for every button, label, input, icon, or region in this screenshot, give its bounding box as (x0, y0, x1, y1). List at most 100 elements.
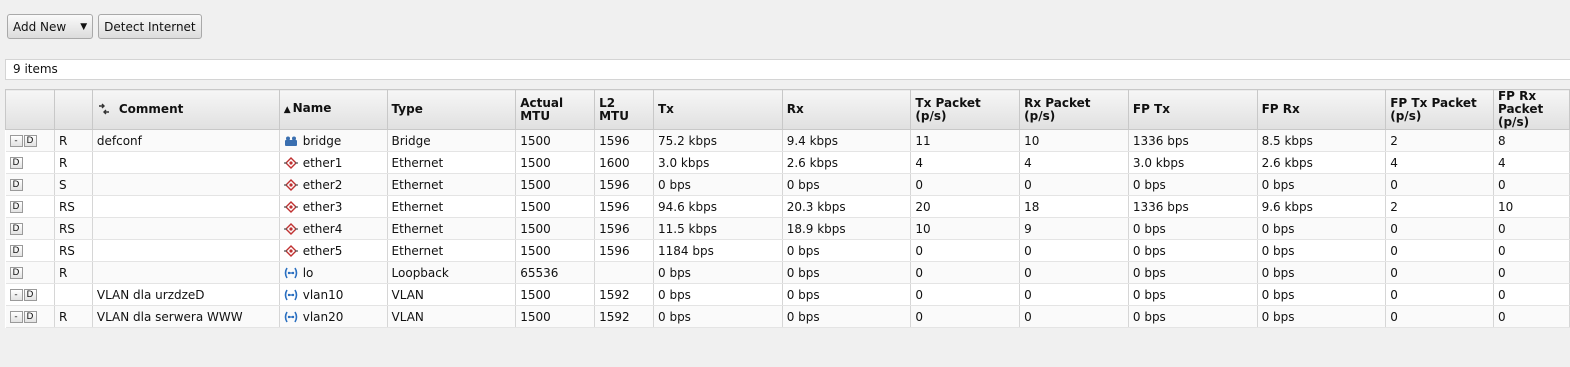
cell-tx-packet: 20 (910, 195, 1021, 218)
cell-rx: 0 bps (782, 173, 912, 196)
column-header-tx-packet[interactable]: Tx Packet (p/s) (910, 89, 1021, 130)
cell-flags: RS (54, 239, 93, 262)
ethernet-icon (283, 201, 298, 213)
ethernet-icon (283, 157, 298, 169)
disable-button[interactable]: D (9, 157, 23, 169)
cell-rx: 2.6 kbps (782, 151, 912, 174)
column-header-rx[interactable]: Rx (781, 89, 912, 130)
cell-tx: 11.5 kbps (653, 217, 783, 240)
cell-type: Ethernet (387, 173, 517, 196)
cell-fp-rx: 0 bps (1257, 283, 1387, 306)
cell-fp-rx-packet: 8 (1493, 129, 1570, 152)
cell-type: Ethernet (387, 151, 517, 174)
cell-tx: 0 bps (653, 283, 783, 306)
cell-fp-rx-packet: 0 (1493, 261, 1570, 284)
column-header-actual-mtu[interactable]: Actual MTU (515, 89, 596, 130)
cell-flags (54, 283, 93, 306)
cell-l2-mtu (594, 261, 654, 284)
remove-button[interactable]: - (9, 135, 23, 147)
cell-tx: 0 bps (653, 173, 783, 196)
cell-fp-tx: 0 bps (1128, 305, 1258, 328)
table-row[interactable]: D RS ether5 Ethernet 1500 1596 1184 bps 0 bps 0 0… (5, 239, 1570, 262)
table-row[interactable]: D Rether1 Ethernet 1500 1600 3.0 kbps 2.6 kbps… (5, 151, 1570, 174)
table-row[interactable]: - D R VLAN dla serwera WWW vlan20 VLAN 1500 159… (5, 305, 1570, 328)
detect-internet-button[interactable]: Detect Internet (98, 14, 202, 39)
cell-actual-mtu: 1500 (515, 129, 596, 152)
cell-l2-mtu: 1592 (594, 305, 654, 328)
disable-button[interactable]: D (9, 179, 23, 191)
vlan-icon (284, 267, 298, 279)
disable-button[interactable]: D (9, 223, 23, 235)
cell-name[interactable]: ether2 (279, 173, 388, 196)
chevron-down-icon[interactable]: ▼ (80, 22, 87, 32)
table-row[interactable]: D Rlo Loopback 65536 0 bps 0 bps 0 0 0 bps 0 bps 0… (5, 261, 1570, 284)
cell-name[interactable]: ether1 (279, 151, 388, 174)
cell-fp-tx-packet: 0 (1385, 261, 1494, 284)
comment-icon (98, 103, 109, 115)
toolbar: Add New ▼ Detect Internet (7, 14, 202, 39)
cell-name[interactable]: lo (279, 261, 388, 284)
cell-name[interactable]: vlan20 (279, 305, 388, 328)
cell-name[interactable]: vlan10 (279, 283, 388, 306)
cell-tx-packet: 10 (910, 217, 1021, 240)
add-new-button[interactable]: Add New ▼ (7, 14, 94, 39)
row-buttons: D (5, 217, 55, 240)
remove-button[interactable]: - (9, 311, 23, 323)
row-buttons: D (5, 261, 55, 284)
cell-tx: 75.2 kbps (653, 129, 783, 152)
disable-button[interactable]: D (9, 201, 23, 213)
cell-fp-rx-packet: 10 (1493, 195, 1570, 218)
table-row[interactable]: - D VLAN dla urzdzeD vlan10 VLAN 1500 1592 0 bp… (5, 283, 1570, 306)
remove-button[interactable]: - (9, 289, 23, 301)
cell-l2-mtu: 1596 (594, 173, 654, 196)
column-header-name[interactable]: ▲ Name (278, 89, 388, 130)
row-buttons: D (5, 173, 55, 196)
column-header-fp-rx-packet[interactable]: FP Rx Packet (p/s) (1492, 89, 1570, 130)
cell-name[interactable]: ether4 (279, 217, 388, 240)
cell-name[interactable]: ether5 (279, 239, 388, 262)
cell-fp-rx: 0 bps (1257, 173, 1387, 196)
column-header-l2-mtu[interactable]: L2 MTU (594, 89, 654, 130)
cell-fp-tx: 0 bps (1128, 283, 1258, 306)
cell-name[interactable]: ether3 (279, 195, 388, 218)
cell-l2-mtu: 1596 (594, 217, 654, 240)
cell-flags: R (54, 261, 93, 284)
disable-button[interactable]: D (9, 245, 23, 257)
cell-fp-rx-packet: 4 (1493, 151, 1570, 174)
cell-tx: 94.6 kbps (653, 195, 783, 218)
cell-type: Bridge (387, 129, 517, 152)
disable-button[interactable]: D (23, 135, 37, 147)
column-header-fp-tx[interactable]: FP Tx (1127, 89, 1258, 130)
table-row[interactable]: D Sether2 Ethernet 1500 1596 0 bps 0 bps 0 0 0 bp… (5, 173, 1570, 196)
vlan-icon (284, 289, 298, 301)
ethernet-icon (283, 245, 298, 257)
disable-button[interactable]: D (23, 289, 37, 301)
column-header-comment[interactable]: Comment (91, 89, 280, 130)
table-row[interactable]: D RS ether3 Ethernet 1500 1596 94.6 kbps 20.3 k… (5, 195, 1570, 218)
cell-actual-mtu: 1500 (515, 151, 596, 174)
table-row[interactable]: D RS ether4 Ethernet 1500 1596 11.5 kbps 18.9 k… (5, 217, 1570, 240)
cell-l2-mtu: 1592 (594, 283, 654, 306)
cell-actual-mtu: 1500 (515, 239, 596, 262)
disable-button[interactable]: D (23, 311, 37, 323)
column-header-tx[interactable]: Tx (653, 89, 783, 130)
cell-fp-rx-packet: 0 (1493, 305, 1570, 328)
cell-l2-mtu: 1600 (594, 151, 654, 174)
column-header-rx-packet[interactable]: Rx Packet (p/s) (1019, 89, 1129, 130)
column-header-type[interactable]: Type (386, 89, 517, 130)
cell-comment (92, 239, 280, 262)
disable-button[interactable]: D (9, 267, 23, 279)
column-header-fp-rx[interactable]: FP Rx (1256, 89, 1387, 130)
cell-flags: R (54, 151, 93, 174)
interface-name: ether5 (302, 243, 343, 258)
cell-tx-packet: 11 (910, 129, 1021, 152)
cell-actual-mtu: 1500 (515, 195, 596, 218)
cell-name[interactable]: bridge (279, 129, 388, 152)
cell-fp-tx-packet: 0 (1385, 173, 1494, 196)
column-header-fp-tx-packet[interactable]: FP Tx Packet (p/s) (1385, 89, 1494, 130)
interface-name: ether4 (302, 221, 343, 236)
row-buttons: -D (5, 305, 55, 328)
cell-actual-mtu: 1500 (515, 217, 596, 240)
cell-rx-packet: 0 (1019, 261, 1129, 284)
table-row[interactable]: - D Rdefconf bridge Bridge 1500 1596 75.2 kbps 9… (5, 129, 1570, 152)
